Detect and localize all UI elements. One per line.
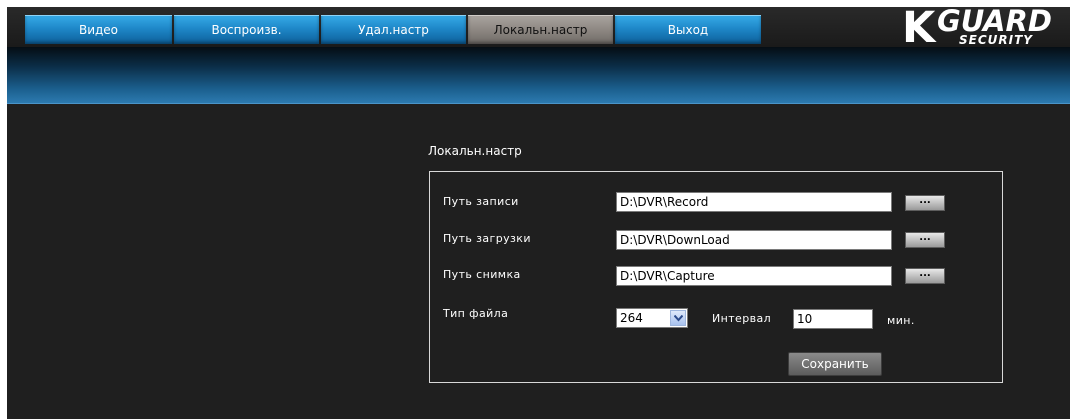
chevron-down-icon[interactable] xyxy=(670,310,686,326)
tab-remote-settings[interactable]: Удал.настр xyxy=(321,15,466,44)
file-type-label: Тип файла xyxy=(443,307,509,320)
tab-playback[interactable]: Воспроизв. xyxy=(174,15,319,44)
local-settings-panel: Путь записи D:\DVR\Record ... Путь загру… xyxy=(429,171,1003,383)
file-type-select[interactable]: 264 xyxy=(616,308,688,328)
interval-unit-label: мин. xyxy=(887,314,915,327)
download-path-label: Путь загрузки xyxy=(443,232,531,245)
record-path-browse-button[interactable]: ... xyxy=(905,195,945,211)
top-nav-bar: Видео Воспроизв. Удал.настр Локальн.наст… xyxy=(7,7,1070,53)
interval-field[interactable]: 10 xyxy=(793,309,873,329)
interval-label: Интервал xyxy=(712,312,772,325)
record-path-field[interactable]: D:\DVR\Record xyxy=(616,192,892,212)
tab-video[interactable]: Видео xyxy=(25,15,172,44)
page-title: Локальн.настр xyxy=(428,144,522,158)
download-path-field[interactable]: D:\DVR\DownLoad xyxy=(616,230,892,250)
file-type-value: 264 xyxy=(620,311,643,325)
logo-security: SECURITY xyxy=(959,33,1033,47)
capture-path-browse-button[interactable]: ... xyxy=(905,268,945,284)
capture-path-field[interactable]: D:\DVR\Capture xyxy=(616,266,892,286)
kguard-logo: K GUARD SECURITY xyxy=(902,7,1064,53)
capture-path-label: Путь снимка xyxy=(443,268,521,281)
record-path-label: Путь записи xyxy=(443,195,519,208)
download-path-browse-button[interactable]: ... xyxy=(905,232,945,248)
app-window: Видео Воспроизв. Удал.настр Локальн.наст… xyxy=(7,7,1070,419)
header-banner xyxy=(7,47,1070,104)
tab-local-settings[interactable]: Локальн.настр xyxy=(468,15,613,44)
tab-exit[interactable]: Выход xyxy=(615,15,761,44)
save-button[interactable]: Сохранить xyxy=(788,352,882,376)
